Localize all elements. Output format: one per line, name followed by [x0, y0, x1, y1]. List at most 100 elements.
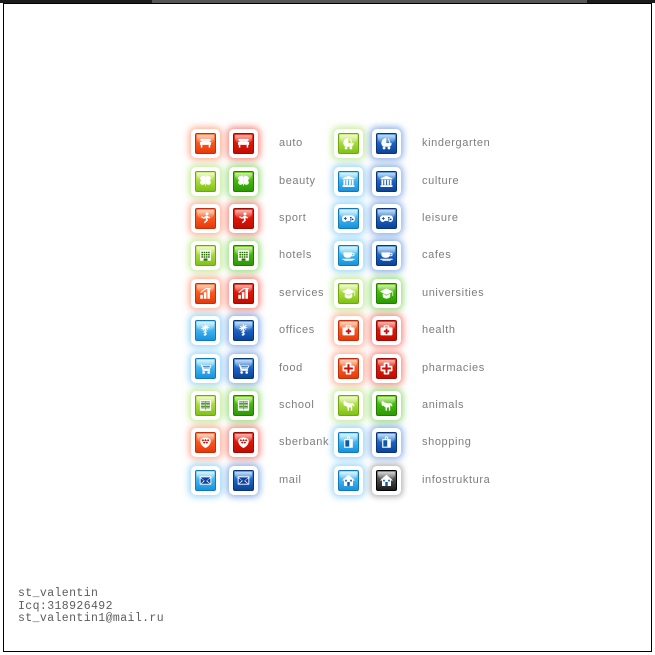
first-aid-kit-icon[interactable] — [376, 320, 397, 342]
icon-row-kindergarten: kindergarten — [338, 125, 490, 162]
envelope-icon[interactable] — [233, 469, 254, 491]
open-book-icon[interactable] — [195, 394, 216, 416]
first-aid-kit-icon[interactable] — [338, 320, 359, 342]
icon-slot-dark — [376, 432, 414, 454]
greek-column-icon[interactable] — [338, 170, 359, 192]
icon-slot-dark — [233, 432, 271, 454]
shopping-bag-icon[interactable] — [376, 432, 397, 454]
icon-row-auto: auto — [195, 125, 329, 162]
icon-label-kindergarten: kindergarten — [422, 137, 491, 150]
bar-chart-icon[interactable] — [195, 282, 216, 304]
dog-icon[interactable] — [376, 394, 397, 416]
icon-row-cafes: cafes — [338, 237, 490, 274]
icon-slot-light — [338, 469, 376, 491]
icon-slot-dark — [376, 170, 414, 192]
icon-slot-dark — [233, 245, 271, 267]
coffee-cup-icon-glyph — [341, 248, 356, 263]
icon-slot-light — [338, 207, 376, 229]
dog-icon-glyph — [341, 398, 356, 413]
icon-row-health: health — [338, 312, 490, 349]
butterfly-icon-glyph — [236, 174, 251, 189]
gamepad-icon-glyph — [379, 211, 394, 226]
butterfly-icon[interactable] — [195, 170, 216, 192]
coffee-cup-icon[interactable] — [376, 245, 397, 267]
icon-label-animals: animals — [422, 398, 465, 411]
building-icon[interactable] — [195, 245, 216, 267]
gamepad-icon[interactable] — [376, 207, 397, 229]
gamepad-icon[interactable] — [338, 207, 359, 229]
shopping-bag-icon[interactable] — [338, 432, 359, 454]
dog-icon[interactable] — [338, 394, 359, 416]
double-eagle-icon[interactable] — [233, 320, 254, 342]
icon-slot-light — [338, 245, 376, 267]
medical-cross-icon[interactable] — [376, 357, 397, 379]
wallet-purse-icon-glyph — [198, 435, 213, 450]
icon-slot-light — [195, 245, 233, 267]
icon-slot-dark — [233, 469, 271, 491]
icon-label-hotels: hotels — [279, 249, 312, 262]
icon-label-universities: universities — [422, 286, 485, 299]
icon-slot-dark — [376, 282, 414, 304]
baby-stroller-icon-glyph — [379, 136, 394, 151]
icon-set-page: auto beauty sport hotels services offices food… — [0, 0, 655, 655]
wallet-purse-icon[interactable] — [233, 432, 254, 454]
icon-row-food: food — [195, 349, 329, 386]
graduation-cap-icon[interactable] — [376, 282, 397, 304]
coffee-cup-icon[interactable] — [338, 245, 359, 267]
icon-slot-dark — [376, 320, 414, 342]
bench-icon[interactable] — [195, 133, 216, 155]
envelope-icon[interactable] — [195, 469, 216, 491]
credits-email: st_valentin1@mail.ru — [18, 612, 165, 626]
runner-icon[interactable] — [195, 207, 216, 229]
shopping-cart-icon[interactable] — [195, 357, 216, 379]
icon-slot-dark — [376, 357, 414, 379]
baby-stroller-icon[interactable] — [338, 133, 359, 155]
graduation-cap-icon[interactable] — [338, 282, 359, 304]
bar-chart-icon[interactable] — [233, 282, 254, 304]
icon-slot-light — [195, 207, 233, 229]
runner-icon[interactable] — [233, 207, 254, 229]
building-icon[interactable] — [233, 245, 254, 267]
icon-slot-dark — [233, 357, 271, 379]
icon-label-pharmacies: pharmacies — [422, 361, 485, 374]
icon-row-animals: animals — [338, 387, 490, 424]
dog-icon-glyph — [379, 398, 394, 413]
icon-slot-light — [338, 394, 376, 416]
icon-slot-light — [338, 320, 376, 342]
icon-row-sport: sport — [195, 200, 329, 237]
icon-slot-dark — [233, 133, 271, 155]
wallet-purse-icon[interactable] — [195, 432, 216, 454]
shopping-cart-icon[interactable] — [233, 357, 254, 379]
icon-slot-light — [195, 320, 233, 342]
gamepad-icon-glyph — [341, 211, 356, 226]
shopping-cart-icon-glyph — [198, 361, 213, 376]
icon-label-school: school — [279, 398, 315, 411]
open-book-icon[interactable] — [233, 394, 254, 416]
baby-stroller-icon[interactable] — [376, 133, 397, 155]
icon-slot-dark — [233, 394, 271, 416]
icon-slot-light — [195, 170, 233, 192]
icon-slot-dark — [233, 170, 271, 192]
house-icon[interactable] — [338, 469, 359, 491]
double-eagle-icon[interactable] — [195, 320, 216, 342]
greek-column-icon[interactable] — [376, 170, 397, 192]
icon-row-shopping: shopping — [338, 424, 490, 461]
icon-row-mail: mail — [195, 462, 329, 499]
icon-label-services: services — [279, 286, 325, 299]
bench-icon[interactable] — [233, 133, 254, 155]
icon-row-infostruktura: infostruktura — [338, 462, 490, 499]
baby-stroller-icon-glyph — [341, 136, 356, 151]
greek-column-icon-glyph — [379, 174, 394, 189]
medical-cross-icon[interactable] — [338, 357, 359, 379]
icon-label-infostruktura: infostruktura — [422, 473, 491, 486]
house-icon[interactable] — [376, 469, 397, 491]
butterfly-icon[interactable] — [233, 170, 254, 192]
icon-slot-light — [338, 432, 376, 454]
shopping-bag-icon-glyph — [379, 435, 394, 450]
bench-icon-glyph — [198, 136, 213, 151]
first-aid-kit-icon-glyph — [379, 323, 394, 338]
icon-label-sport: sport — [279, 211, 307, 224]
left-column: auto beauty sport hotels services offices food… — [195, 125, 329, 499]
icon-slot-dark — [233, 320, 271, 342]
icon-row-offices: offices — [195, 312, 329, 349]
